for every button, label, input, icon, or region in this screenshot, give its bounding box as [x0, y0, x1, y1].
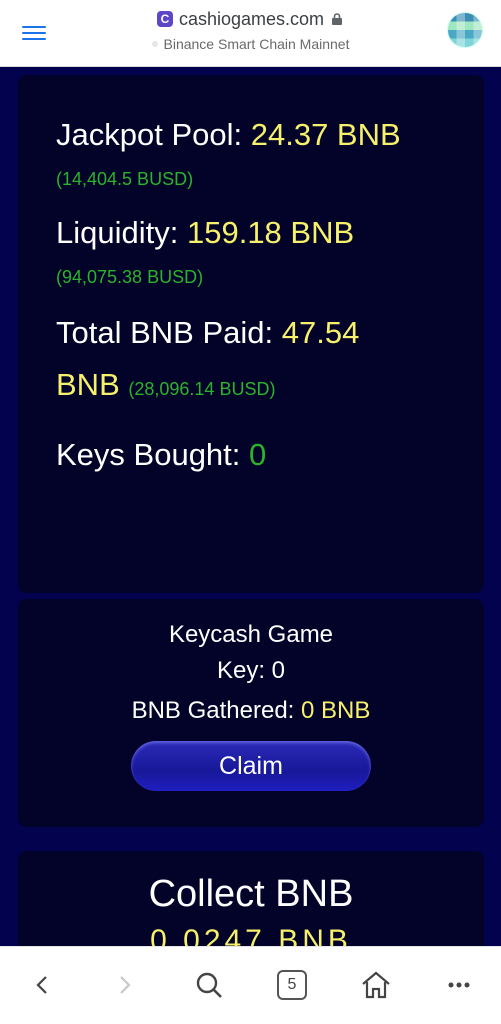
keys-label: Keys Bought: [56, 437, 241, 472]
search-icon[interactable] [184, 965, 234, 1005]
tab-count: 5 [277, 970, 307, 1000]
stats-card: Jackpot Pool: 24.37 BNB (14,404.5 BUSD) … [18, 75, 484, 593]
claim-button[interactable]: Claim [131, 741, 371, 791]
back-icon[interactable] [17, 965, 67, 1005]
keys-bought-stat: Keys Bought: 0 [56, 435, 448, 475]
network-dot-icon [151, 41, 158, 47]
liquidity-busd: (94,075.38 BUSD) [56, 267, 204, 287]
url-domain: cashiogames.com [178, 8, 325, 29]
network-name: Binance Smart Chain Mainnet [163, 36, 350, 52]
lock-icon [332, 13, 343, 25]
liquidity-label: Liquidity: [56, 215, 179, 250]
browser-toolbar: C cashiogames.com Binance Smart Chain Ma… [0, 0, 501, 67]
jackpot-value: 24.37 BNB [250, 117, 401, 152]
liquidity-value: 159.18 BNB [186, 215, 355, 250]
gathered-value: 0 BNB [301, 697, 371, 724]
browser-bottom-bar: 5 [0, 946, 501, 1024]
total-paid-stat: Total BNB Paid: 47.54 BNB (28,096.14 BUS… [56, 313, 448, 405]
paid-label: Total BNB Paid: [56, 315, 274, 350]
jackpot-busd: (14,404.5 BUSD) [56, 169, 194, 189]
bnb-gathered: BNB Gathered: 0 BNB [18, 691, 484, 731]
menu-icon[interactable] [22, 22, 52, 46]
paid-value-line2: BNB [56, 367, 120, 402]
address-bar[interactable]: C cashiogames.com Binance Smart Chain Ma… [110, 6, 391, 52]
paid-value-line1: 47.54 [281, 315, 360, 350]
jackpot-stat: Jackpot Pool: 24.37 BNB (14,404.5 BUSD) [56, 115, 448, 189]
liquidity-stat: Liquidity: 159.18 BNB (94,075.38 BUSD) [56, 213, 448, 287]
gathered-label: BNB Gathered: [131, 697, 295, 724]
tabs-icon[interactable]: 5 [267, 965, 317, 1005]
keycash-game-card: Keycash Game Key: 0 BNB Gathered: 0 BNB … [18, 599, 484, 827]
keys-value: 0 [249, 437, 267, 472]
forward-icon[interactable] [100, 965, 150, 1005]
jackpot-label: Jackpot Pool: [56, 117, 243, 152]
key-count: Key: 0 [216, 657, 286, 684]
collect-title: Collect BNB [148, 873, 354, 915]
site-logo-icon: C [156, 11, 173, 27]
paid-busd: (28,096.14 BUSD) [128, 379, 276, 399]
game-title: Keycash Game [168, 621, 334, 648]
avatar[interactable] [447, 12, 483, 48]
home-icon[interactable] [351, 965, 401, 1005]
more-icon[interactable] [434, 965, 484, 1005]
